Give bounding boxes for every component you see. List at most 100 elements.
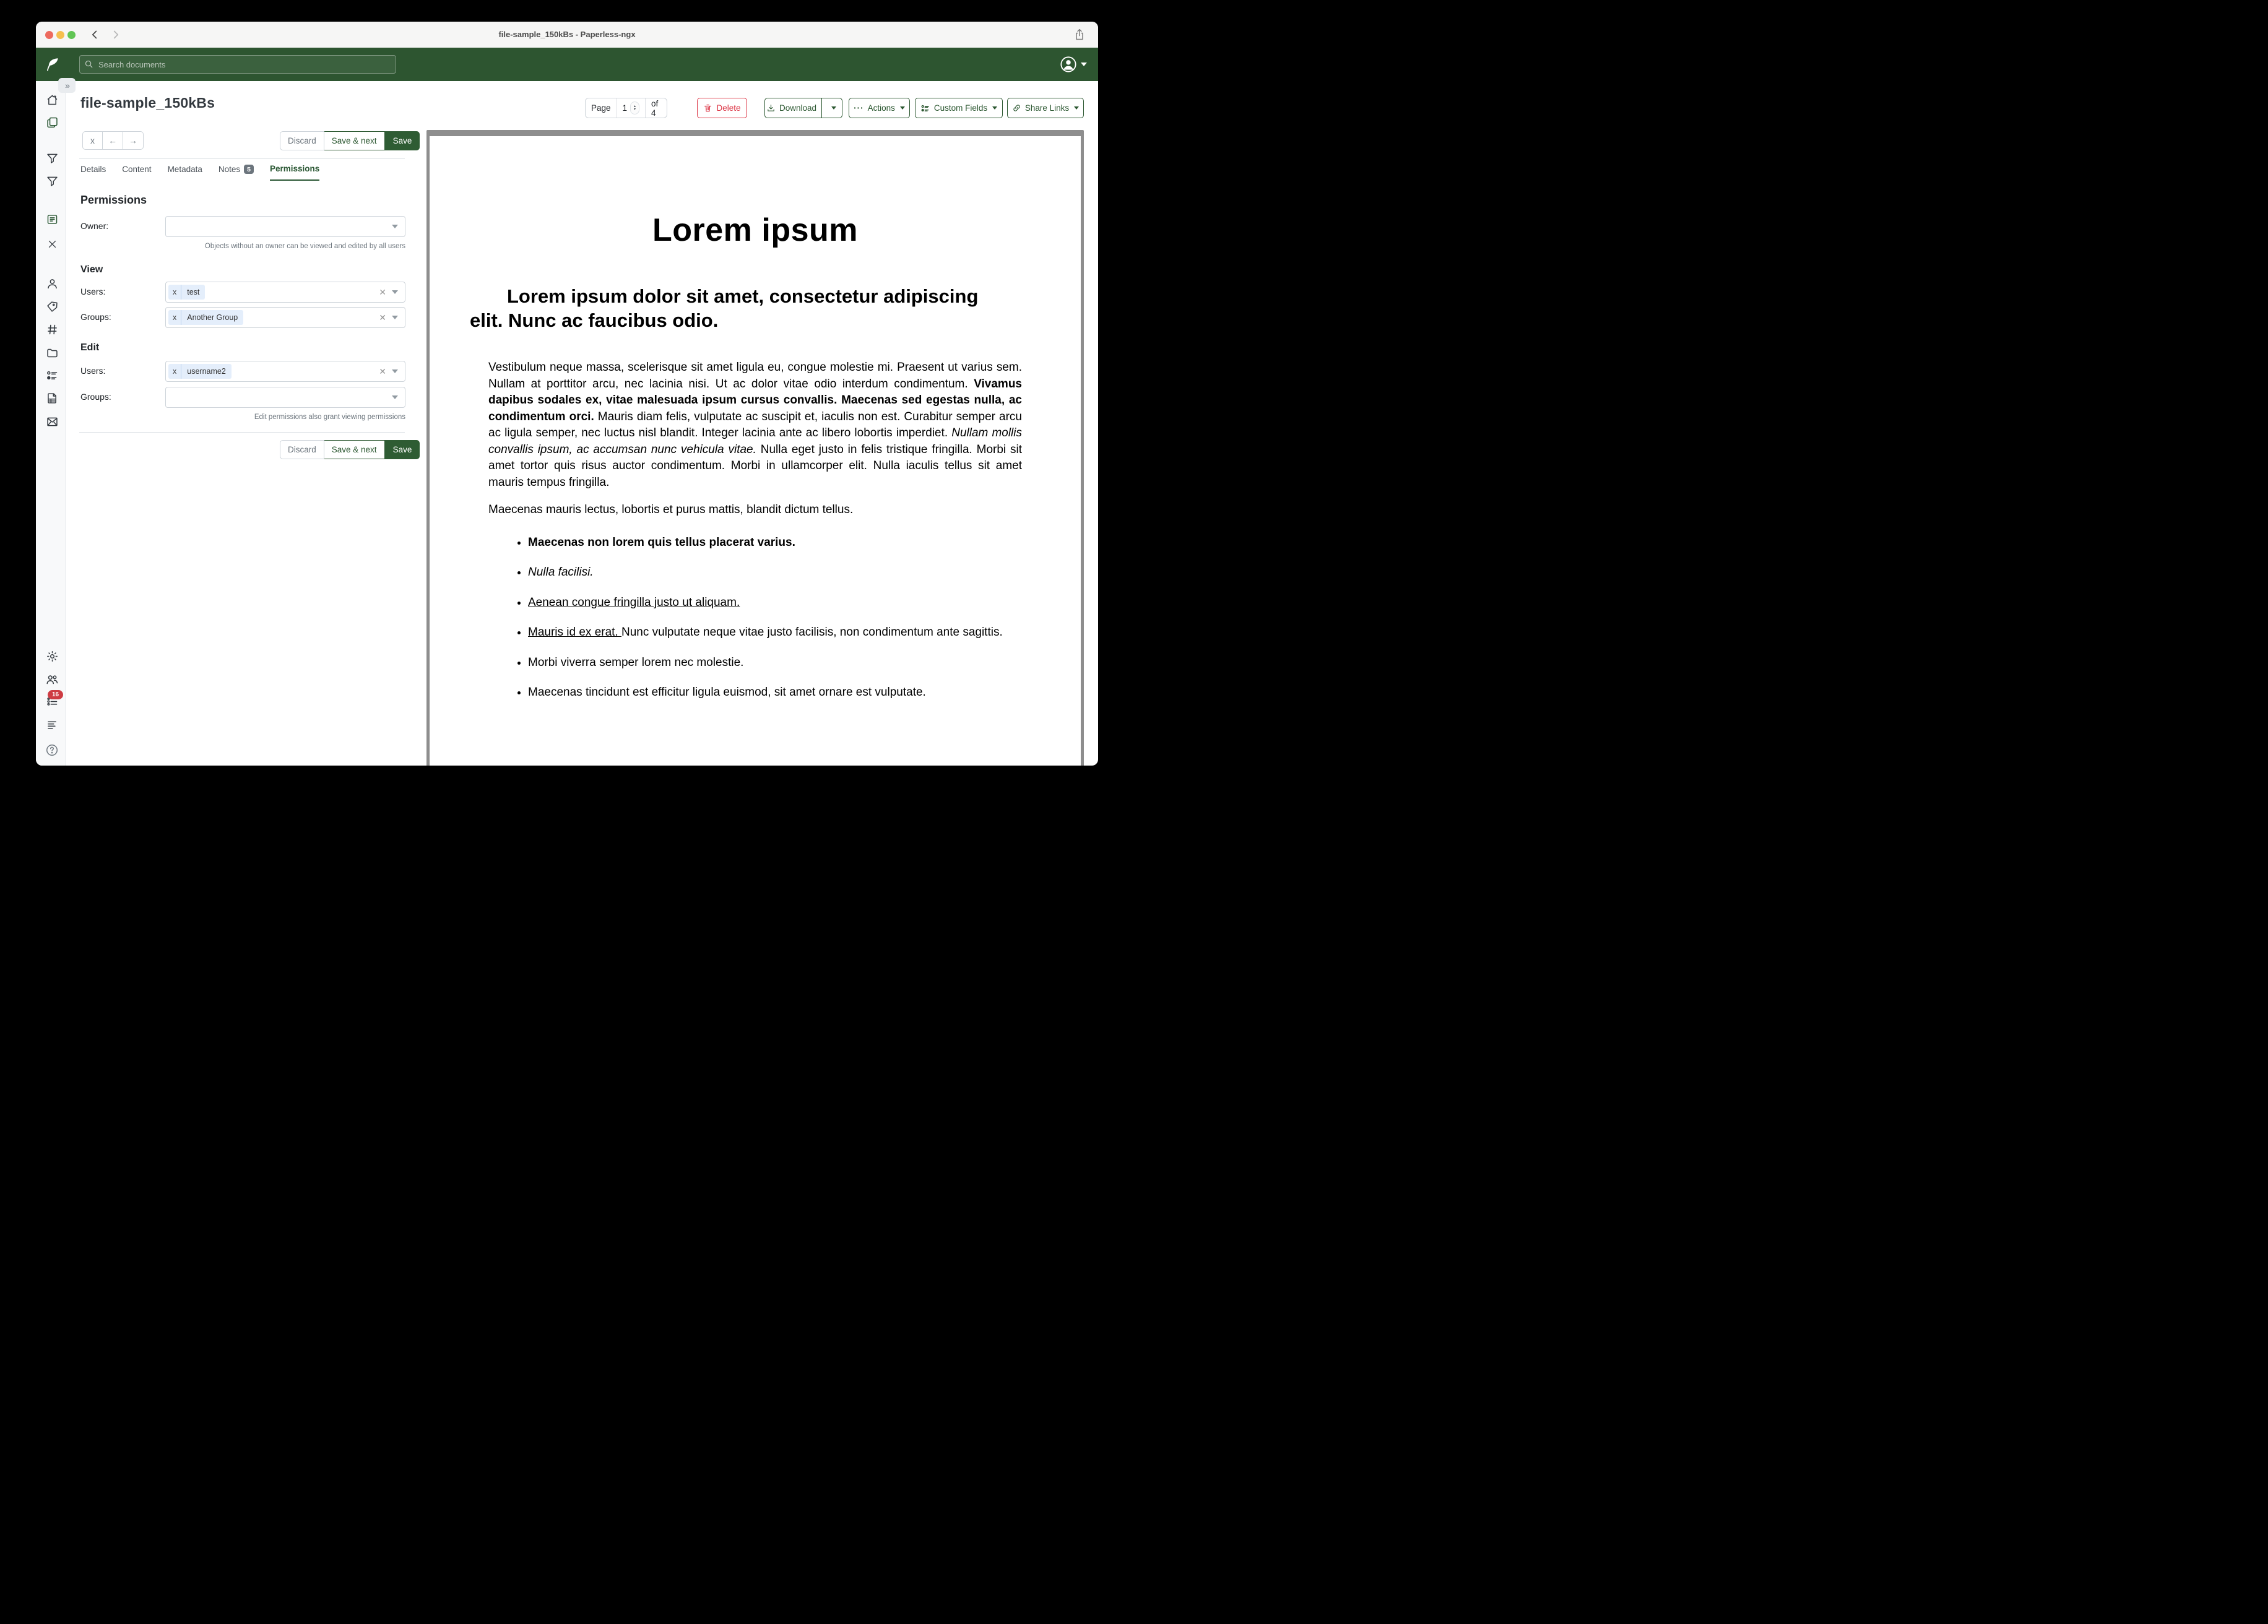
logs-icon[interactable]	[45, 717, 59, 732]
search-input[interactable]	[79, 55, 396, 74]
save-and-next-button[interactable]: Save & next	[324, 440, 385, 459]
tab-notes[interactable]: Notes5	[219, 164, 254, 181]
download-button[interactable]: Download	[765, 103, 818, 113]
page-number-stepper[interactable]: 1 ▴▾	[617, 98, 646, 118]
chevron-down-icon	[831, 106, 836, 110]
users-groups-icon[interactable]	[45, 672, 59, 687]
divider	[79, 432, 405, 433]
actions-button[interactable]: ··· Actions	[849, 98, 910, 118]
preview-document-title: Lorem ipsum	[488, 212, 1022, 249]
view-groups-label: Groups:	[80, 312, 111, 322]
document-tabs: Details Content Metadata Notes5 Permissi…	[80, 164, 319, 181]
document-title: file-sample_150kBs	[80, 95, 215, 111]
clear-icon[interactable]: ✕	[379, 287, 386, 298]
edit-heading: Edit	[80, 342, 99, 353]
ellipsis-icon: ···	[854, 103, 864, 113]
edit-users-label: Users:	[80, 366, 105, 376]
page-stepper-arrows-icon[interactable]: ▴▾	[630, 102, 639, 114]
edit-groups-select[interactable]	[165, 387, 405, 408]
owner-select[interactable]	[165, 216, 405, 237]
discard-button[interactable]: Discard	[280, 440, 324, 459]
document-nav-group: x ← →	[82, 131, 144, 150]
edit-hint: Edit permissions also grant viewing perm…	[165, 413, 405, 421]
tab-permissions[interactable]: Permissions	[270, 164, 319, 181]
page-label: Page	[586, 98, 617, 118]
home-icon[interactable]	[45, 92, 59, 107]
preview-document-subtitle: Lorem ipsum dolor sit amet, consectetur …	[488, 284, 1022, 332]
edit-users-select[interactable]: x username2 ✕	[165, 361, 405, 382]
chevron-down-icon	[1074, 106, 1079, 110]
tag-remove-icon[interactable]: x	[168, 310, 181, 325]
close-document-button[interactable]: x	[82, 131, 103, 150]
settings-icon[interactable]	[45, 649, 59, 663]
tag-remove-icon[interactable]: x	[168, 285, 181, 300]
custom-fields-icon[interactable]	[45, 368, 59, 382]
chevron-down-icon	[392, 369, 398, 373]
workflows-icon[interactable]	[45, 391, 59, 405]
link-icon	[1012, 103, 1021, 113]
download-options-button[interactable]	[826, 98, 842, 118]
documents-icon[interactable]	[45, 114, 59, 129]
list-item: Aenean congue fringilla justo ut aliquam…	[528, 595, 1022, 611]
pdf-preview-pane[interactable]: Lorem ipsum Lorem ipsum dolor sit amet, …	[426, 130, 1084, 766]
trash-icon	[703, 103, 712, 113]
discard-button[interactable]: Discard	[280, 131, 324, 150]
clear-icon[interactable]: ✕	[379, 366, 386, 377]
owner-hint: Objects without an owner can be viewed a…	[165, 243, 405, 250]
notes-count-badge: 5	[244, 165, 254, 174]
sidebar-expand-button[interactable]: »	[58, 78, 76, 93]
save-button-group-bottom: Discard Save & next Save	[280, 440, 420, 459]
tag-remove-icon[interactable]: x	[168, 364, 181, 379]
tab-details[interactable]: Details	[80, 164, 106, 181]
download-icon	[766, 103, 776, 113]
chevron-down-icon	[900, 106, 905, 110]
user-avatar-icon	[1060, 56, 1077, 73]
divider	[79, 158, 405, 159]
page-navigation-widget: Page 1 ▴▾ of 4	[585, 98, 667, 118]
share-icon[interactable]	[1073, 28, 1086, 41]
pdf-page: Lorem ipsum Lorem ipsum dolor sit amet, …	[430, 136, 1081, 766]
chevron-down-icon	[992, 106, 997, 110]
previous-document-button[interactable]: ←	[103, 131, 123, 150]
open-document-icon[interactable]	[45, 212, 59, 227]
page-count-label: of 4	[645, 98, 667, 118]
save-button[interactable]: Save	[385, 131, 420, 150]
user-menu[interactable]	[1060, 56, 1087, 73]
window-title: file-sample_150kBs - Paperless-ngx	[36, 22, 1098, 48]
document-types-icon[interactable]	[45, 322, 59, 337]
preview-bullet-list: Maecenas non lorem quis tellus placerat …	[488, 535, 1022, 701]
download-split-button: Download	[764, 98, 842, 118]
list-item: Nulla facilisi.	[528, 564, 1022, 581]
save-and-next-button[interactable]: Save & next	[324, 131, 385, 150]
paperless-leaf-icon[interactable]	[45, 56, 61, 72]
saved-view-filter-icon-2[interactable]	[45, 173, 59, 188]
view-users-select[interactable]: x test ✕	[165, 282, 405, 303]
tab-metadata[interactable]: Metadata	[168, 164, 202, 181]
app-header	[36, 48, 1098, 81]
edit-groups-label: Groups:	[80, 392, 111, 402]
custom-fields-button[interactable]: Custom Fields	[915, 98, 1003, 118]
tab-content[interactable]: Content	[122, 164, 151, 181]
help-icon[interactable]	[45, 743, 59, 758]
view-groups-select[interactable]: x Another Group ✕	[165, 307, 405, 328]
list-item: Mauris id ex erat. Nunc vulputate neque …	[528, 624, 1022, 641]
correspondents-icon[interactable]	[45, 276, 59, 291]
share-links-button[interactable]: Share Links	[1007, 98, 1084, 118]
mail-icon[interactable]	[45, 414, 59, 429]
list-item: Maecenas tincidunt est efficitur ligula …	[528, 685, 1022, 701]
close-all-documents-icon[interactable]	[45, 236, 59, 251]
delete-button[interactable]: Delete	[697, 98, 747, 118]
chevron-down-icon	[392, 316, 398, 319]
clear-icon[interactable]: ✕	[379, 313, 386, 323]
save-button-group-top: Discard Save & next Save	[280, 131, 420, 150]
tasks-count-badge: 16	[48, 690, 63, 699]
save-button[interactable]: Save	[385, 440, 420, 459]
storage-paths-icon[interactable]	[45, 345, 59, 360]
custom-fields-icon	[920, 103, 930, 113]
page-number-value[interactable]: 1	[623, 103, 628, 113]
saved-view-filter-icon[interactable]	[45, 150, 59, 165]
tags-icon[interactable]	[45, 299, 59, 314]
next-document-button[interactable]: →	[123, 131, 144, 150]
preview-paragraph: Vestibulum neque massa, scelerisque sit …	[488, 360, 1022, 491]
sidebar	[36, 81, 66, 766]
